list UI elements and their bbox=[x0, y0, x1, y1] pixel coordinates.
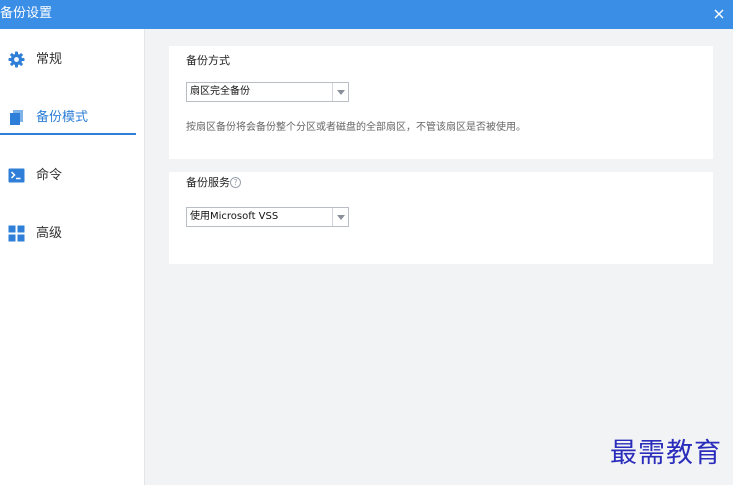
title-bar: 备份设置 bbox=[0, 0, 733, 29]
sidebar-item-backup-mode[interactable]: 备份模式 bbox=[0, 99, 140, 135]
sidebar-item-label: 备份模式 bbox=[36, 110, 89, 125]
sidebar-item-label: 命令 bbox=[36, 168, 63, 183]
sidebar-item-advanced[interactable]: 高级 bbox=[0, 215, 140, 251]
terminal-icon bbox=[8, 167, 25, 184]
chevron-down-icon bbox=[336, 89, 345, 95]
backup-copy-icon bbox=[8, 109, 25, 126]
dropdown-arrow[interactable] bbox=[332, 208, 348, 226]
backup-method-panel: 备份方式 扇区完全备份 按扇区备份将会备份整个分区或者磁盘的全部扇区，不管该扇区… bbox=[169, 46, 713, 159]
sidebar-item-label: 常规 bbox=[36, 52, 63, 67]
active-indicator bbox=[0, 133, 136, 135]
backup-service-select[interactable]: 使用Microsoft VSS bbox=[186, 207, 349, 227]
backup-method-title: 备份方式 bbox=[186, 54, 230, 67]
sidebar: 常规 备份模式 命令 高级 bbox=[0, 29, 145, 485]
backup-method-select[interactable]: 扇区完全备份 bbox=[186, 82, 349, 102]
watermark-text: 最需教育 bbox=[610, 438, 722, 469]
close-icon bbox=[714, 9, 724, 19]
dropdown-arrow[interactable] bbox=[332, 83, 348, 101]
sidebar-item-label: 高级 bbox=[36, 226, 63, 241]
gear-icon bbox=[8, 51, 25, 68]
chevron-down-icon bbox=[336, 214, 345, 220]
backup-method-description: 按扇区备份将会备份整个分区或者磁盘的全部扇区，不管该扇区是否被使用。 bbox=[186, 122, 526, 133]
help-icon[interactable]: ? bbox=[230, 177, 241, 188]
close-button[interactable] bbox=[709, 4, 729, 24]
backup-service-title: 备份服务 bbox=[186, 176, 230, 189]
sidebar-item-command[interactable]: 命令 bbox=[0, 157, 140, 193]
backup-service-value: 使用Microsoft VSS bbox=[190, 211, 279, 222]
sidebar-item-general[interactable]: 常规 bbox=[0, 41, 140, 77]
window-title: 备份设置 bbox=[0, 6, 53, 21]
grid-icon bbox=[8, 225, 25, 242]
backup-method-value: 扇区完全备份 bbox=[190, 86, 250, 97]
backup-service-panel: 备份服务 ? 使用Microsoft VSS bbox=[169, 172, 713, 264]
